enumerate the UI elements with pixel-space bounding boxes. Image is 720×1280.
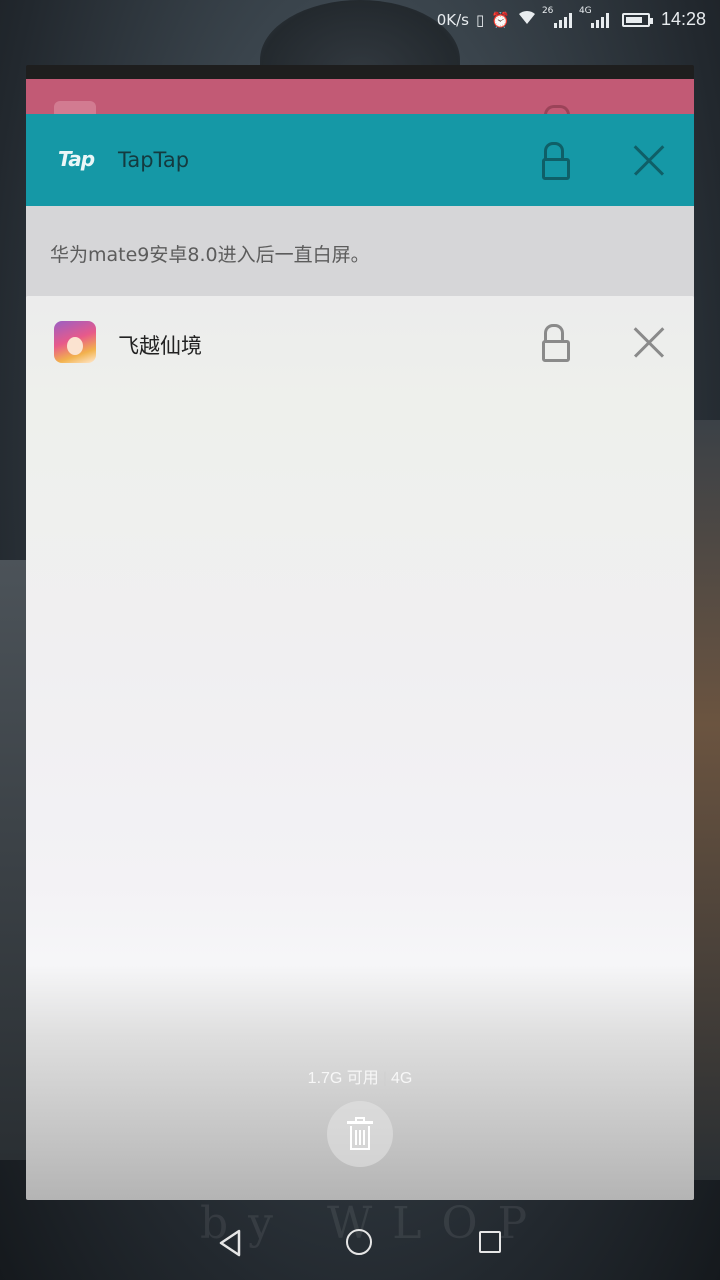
- card-preview-text: 华为mate9安卓8.0进入后一直白屏。: [50, 244, 370, 266]
- memory-status: 1.7G 可用 | 4G: [26, 1064, 694, 1088]
- recent-card-pink[interactable]: [26, 79, 694, 122]
- wallpaper-edge-right: [694, 420, 720, 1180]
- card-header: 飞越仙境: [26, 296, 694, 388]
- status-bar: 0K/s ▯ ⏰ 26 4G 14:28: [0, 0, 720, 40]
- recent-apps-icon[interactable]: [479, 1231, 501, 1253]
- signal-sim1-icon: 26: [542, 6, 572, 28]
- trash-icon: [347, 1117, 373, 1151]
- recent-card-main[interactable]: 飞越仙境 1.7G 可用 | 4G: [26, 296, 694, 1200]
- app-icon: [54, 321, 96, 363]
- alarm-icon: ⏰: [491, 10, 510, 29]
- navigation-bar: [0, 1200, 720, 1280]
- battery-icon: [621, 12, 653, 27]
- wifi-icon: [517, 9, 537, 30]
- memory-separator: |: [382, 1070, 387, 1087]
- memory-total: 4G: [390, 1070, 413, 1087]
- memory-available: 1.7G 可用: [307, 1070, 379, 1087]
- taptap-logo-icon: Tap: [58, 147, 95, 171]
- card-title: TapTap: [118, 148, 190, 172]
- lock-open-icon[interactable]: [542, 142, 572, 182]
- vibrate-icon: ▯: [476, 10, 485, 29]
- close-icon[interactable]: [633, 144, 665, 176]
- clock: 14:28: [660, 9, 706, 29]
- card-header: Tap TapTap: [26, 114, 694, 206]
- home-icon[interactable]: [346, 1229, 372, 1255]
- recent-card-taptap[interactable]: Tap TapTap 华为mate9安卓8.0进入后一直白屏。: [26, 114, 694, 304]
- close-icon[interactable]: [633, 326, 665, 358]
- sim2-label: 4G: [578, 5, 592, 16]
- back-icon[interactable]: [216, 1228, 246, 1258]
- clear-all-button[interactable]: [327, 1101, 393, 1167]
- lock-open-icon[interactable]: [542, 324, 572, 364]
- signal-sim2-icon: 4G: [579, 6, 609, 28]
- net-speed: 0K/s: [436, 10, 469, 29]
- card-title: 飞越仙境: [118, 334, 202, 358]
- sim1-label: 26: [541, 5, 554, 16]
- wallpaper-edge-left: [0, 560, 26, 1160]
